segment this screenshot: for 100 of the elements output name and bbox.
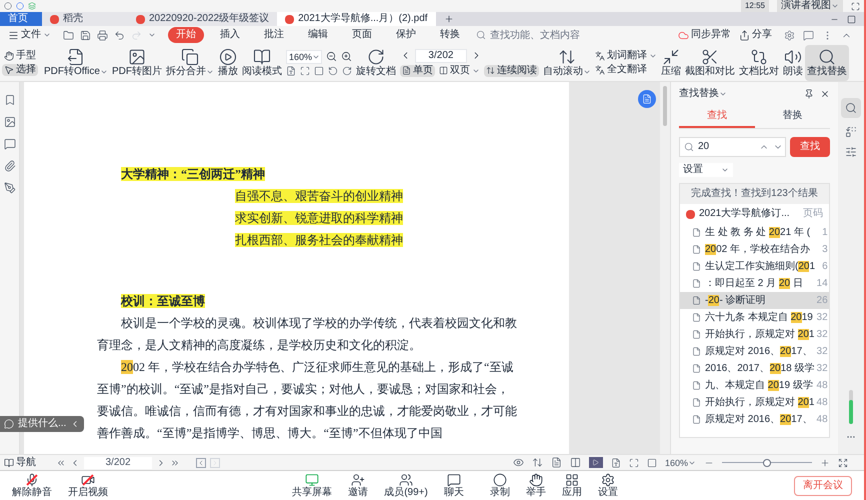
toolbar-button[interactable]: 旋转文档 — [354, 44, 398, 80]
result-row[interactable]: 开始执行，原规定对 201 48 — [680, 394, 829, 411]
chat-icon — [446, 473, 461, 487]
scrollbar-thumb[interactable] — [663, 86, 667, 126]
result-row[interactable]: ：即日起至 2 月 20 日 14 — [680, 275, 829, 292]
share-button[interactable]: 分享 — [735, 29, 776, 41]
panel-tab[interactable]: 查找 — [679, 106, 754, 128]
sync-status-button[interactable]: 同步异常 — [674, 29, 735, 41]
page-field[interactable]: 3/202 — [414, 48, 467, 62]
play-icon — [218, 48, 237, 66]
toolbar-button[interactable]: 压缩 — [658, 44, 683, 80]
document-tab[interactable]: 2021大学导航修...月）(2).pdf — [277, 12, 436, 26]
pointer-tool-button[interactable]: 手型 — [2, 50, 38, 62]
menu-tab[interactable]: 开始 — [168, 27, 204, 43]
bookmark-icon — [4, 94, 16, 106]
toolbar-button[interactable]: 阅读模式 — [240, 44, 284, 80]
signature-icon — [4, 182, 16, 194]
meeting-control[interactable]: 录制 — [482, 473, 518, 498]
result-row[interactable]: 生认定工作实施细则(201 6 — [680, 258, 829, 275]
two-pages-icon — [438, 66, 448, 75]
toolbar-button[interactable]: 查找替换 — [804, 44, 849, 80]
play-button[interactable] — [588, 457, 603, 468]
meeting-control[interactable]: 解除静音 — [4, 473, 60, 498]
menu-tab[interactable]: 转换 — [432, 27, 468, 43]
menu-tab[interactable]: 插入 — [212, 27, 248, 43]
result-file[interactable]: 2021大学导航修订... — [686, 208, 790, 220]
find-button[interactable]: 查找 — [790, 137, 830, 157]
caret-icon — [719, 90, 727, 98]
result-row[interactable]: 六十九条 本规定自 2019 32 — [680, 309, 829, 326]
find-field[interactable]: 20 — [679, 137, 786, 157]
meeting-control[interactable]: 邀请 — [340, 473, 376, 498]
rotate-right-icon — [342, 66, 352, 76]
result-row[interactable]: 生 处 教 务 处 2021 年 ( 1 — [680, 224, 829, 241]
meeting-control[interactable]: 设置 — [590, 473, 626, 498]
meeting-control[interactable]: 应用 — [554, 473, 590, 498]
menu-tab[interactable]: 保护 — [388, 27, 424, 43]
toolbar-button[interactable]: PDF转图片 — [110, 44, 164, 80]
navigation-button[interactable]: 导航 — [4, 456, 36, 468]
leave-meeting-button[interactable]: 离开会议 — [794, 476, 852, 496]
view-mode-button[interactable]: 连续阅读 — [484, 64, 539, 76]
floating-hint[interactable]: 提供什么... — [0, 416, 84, 432]
find-side-button[interactable] — [841, 98, 861, 118]
document-tab[interactable]: 稻壳 — [42, 12, 128, 26]
search-field[interactable]: 查找功能、文档内容 — [490, 28, 610, 42]
zoom-slider[interactable] — [722, 458, 812, 466]
audio-level-drawing — [849, 390, 853, 424]
document-tab[interactable]: 首页 — [0, 12, 42, 26]
panel-tab[interactable]: 替换 — [754, 106, 830, 128]
first-page-icon — [56, 458, 66, 468]
result-row[interactable]: 2002 年，学校在结合办 3 — [680, 241, 829, 258]
speaker-icon — [784, 48, 802, 66]
page-icon — [692, 415, 701, 424]
toolbar-button[interactable]: PDF转Office — [42, 44, 110, 80]
result-row[interactable]: 原规定对 2016、2017、 32 — [680, 343, 829, 360]
redo-icon — [131, 30, 142, 40]
thumbnail-icon — [4, 116, 16, 128]
zoom-dropdown[interactable]: 160% — [286, 50, 322, 64]
query-text: 20 — [698, 141, 710, 153]
translate-icon — [594, 64, 605, 74]
toolbar-button[interactable]: 文档比对 — [736, 44, 781, 80]
result-row[interactable]: -20- 诊断证明 26 — [680, 292, 829, 309]
file-menu[interactable]: 文件 — [4, 29, 55, 41]
page-number: 32 — [816, 312, 828, 324]
search-icon — [476, 30, 486, 40]
meeting-control[interactable]: 举手 — [518, 473, 554, 498]
view-mode-button[interactable]: 单页 — [400, 64, 435, 76]
menu-tab[interactable]: 编辑 — [300, 27, 336, 43]
search-icon — [845, 102, 857, 114]
result-text: 原规定对 2016、2017、 — [705, 346, 814, 358]
meeting-control[interactable]: 共享屏幕 — [284, 473, 340, 498]
page-icon — [692, 364, 701, 373]
result-row[interactable]: 开始执行，原规定对 201 32 — [680, 326, 829, 343]
menu-tab[interactable]: 批注 — [256, 27, 292, 43]
zoom-dropdown[interactable]: 160% — [664, 456, 696, 468]
page-field[interactable]: 3/202 — [84, 456, 152, 468]
result-text: -20- 诊断证明 — [705, 294, 767, 306]
menu-tab[interactable]: 页面 — [344, 27, 380, 43]
toolbar-button[interactable]: 拆分合并 — [164, 44, 216, 80]
translate-button[interactable]: 全文翻译 — [594, 64, 657, 76]
translate-button[interactable]: 划词翻译 — [594, 50, 657, 62]
meeting-control[interactable]: 成员(99+) — [376, 473, 436, 498]
meeting-control[interactable]: 聊天 — [436, 473, 472, 498]
toolbar-button[interactable]: 朗读 — [780, 44, 805, 80]
toolbar-button[interactable]: 自动滚动 — [540, 44, 593, 80]
toolbar-button[interactable]: 截图和对比 — [682, 44, 737, 80]
share-icon — [739, 30, 750, 40]
panel-title[interactable]: 查找替换 — [679, 88, 727, 100]
pointer-tool-button[interactable]: 选择 — [2, 64, 38, 76]
assistant-button[interactable] — [638, 90, 656, 108]
settings-dropdown[interactable]: 设置 — [679, 163, 733, 177]
result-row[interactable]: 九、本规定自 2019 级学 48 — [680, 377, 829, 394]
compress-icon — [662, 48, 680, 66]
page-number: 6 — [822, 260, 828, 272]
view-mode-button[interactable]: 双页 — [436, 64, 482, 76]
toolbar-button[interactable]: 播放 — [216, 44, 240, 80]
page-icon — [692, 245, 701, 254]
result-row[interactable]: 原规定对 2016、2017、 48 — [680, 411, 829, 428]
result-row[interactable]: 2016、2017、2018 级学 32 — [680, 360, 829, 377]
document-tab[interactable]: 20220920-2022级年级签议 — [128, 12, 278, 26]
meeting-control[interactable]: 开启视频 — [60, 473, 116, 498]
